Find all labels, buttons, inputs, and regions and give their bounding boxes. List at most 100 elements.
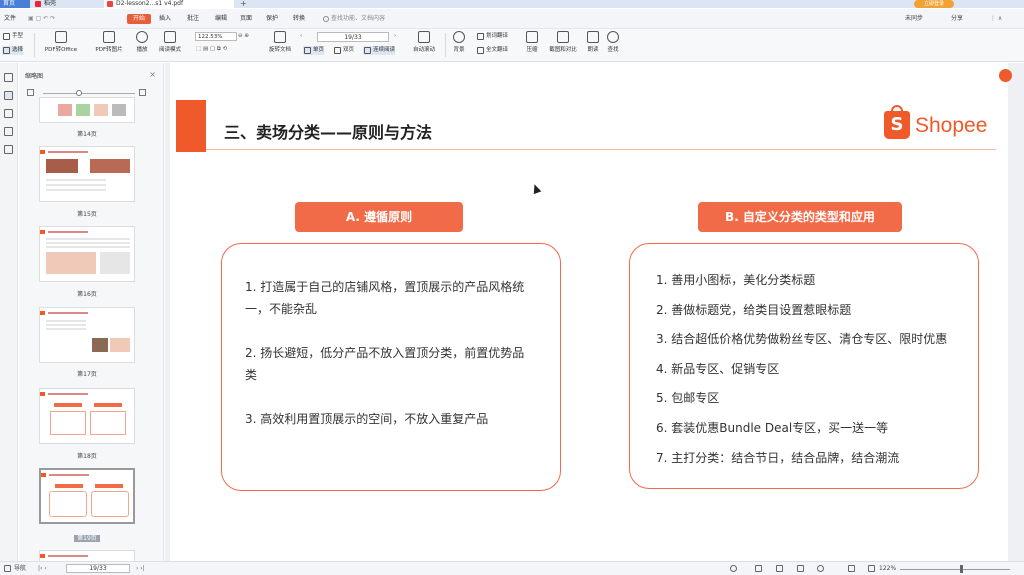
fit-width-icon[interactable] xyxy=(868,565,875,572)
thumb-shape xyxy=(94,104,108,116)
thumbnail-label: 第15页 xyxy=(77,211,97,218)
cursor-icon xyxy=(3,47,10,54)
fit-page-icon[interactable] xyxy=(848,565,855,572)
hand-tool[interactable]: 手型 xyxy=(2,32,23,41)
save-icon[interactable]: ▣ ▢ ↶ ↷ xyxy=(28,14,55,24)
thumb-panel xyxy=(49,491,87,517)
zoom-input[interactable]: 122.53% xyxy=(195,32,237,41)
share-button[interactable]: 分享 xyxy=(951,14,963,24)
play-view-icon[interactable] xyxy=(817,565,824,572)
tab-pdf-label: D2-lesson2...s1 v4.pdf xyxy=(116,0,184,7)
thumb-text xyxy=(46,189,106,191)
thumbnail-page-16[interactable] xyxy=(39,226,135,282)
rotate-button[interactable]: 旋转文档 xyxy=(266,31,294,53)
select-tool[interactable]: 选择 xyxy=(2,46,24,55)
thumbnail-icon[interactable] xyxy=(4,91,13,100)
menu-annotate[interactable]: 批注 xyxy=(187,14,199,24)
thumbnail-page-20[interactable] xyxy=(39,550,135,561)
prev-page-button[interactable]: ‹ xyxy=(300,32,302,41)
login-badge[interactable]: 立即登录 xyxy=(914,0,954,8)
screenshot-compare-button[interactable]: 截图和对比 xyxy=(546,31,580,53)
more-icon[interactable]: ⋮ ∧ xyxy=(990,14,1002,24)
read-aloud-label: 朗读 xyxy=(587,47,599,53)
auto-scroll-button[interactable]: 自动滚动 xyxy=(408,31,440,53)
thumb-zoom-in-icon[interactable] xyxy=(139,89,146,96)
menu-protect[interactable]: 保护 xyxy=(266,14,278,24)
assistant-badge-icon[interactable] xyxy=(999,69,1012,82)
unsync-button[interactable]: 未同步 xyxy=(905,14,923,24)
menu-convert[interactable]: 转换 xyxy=(293,14,305,24)
stamp-icon[interactable] xyxy=(4,145,13,154)
compress-label: 压缩 xyxy=(526,47,538,53)
new-tab-button[interactable]: + xyxy=(238,0,252,8)
thumb-shape xyxy=(58,104,72,116)
attachment-icon[interactable] xyxy=(4,127,13,136)
double-page-button[interactable]: 双页 xyxy=(333,46,354,55)
outline-icon[interactable] xyxy=(4,565,11,572)
zoom-slider[interactable] xyxy=(900,569,1010,570)
menu-insert[interactable]: 插入 xyxy=(159,14,171,24)
background-button[interactable]: 背景 xyxy=(450,31,468,53)
page-number-input[interactable]: 19/33 xyxy=(317,32,389,42)
list-item: 7. 主打分类：结合节日，结合品牌，结合潮流 xyxy=(656,451,900,465)
single-page-button[interactable]: 单页 xyxy=(303,46,325,55)
full-translate-button[interactable]: 全文翻译 xyxy=(476,46,508,55)
first-prev-page-buttons[interactable]: |‹ ‹ xyxy=(38,564,47,573)
thumbnail-page-15[interactable] xyxy=(39,146,135,202)
pdf-to-image-button[interactable]: PDF转图片 xyxy=(90,31,128,53)
screenshot-label: 截图和对比 xyxy=(549,47,577,53)
menu-start[interactable]: 开始 xyxy=(127,14,152,24)
menu-page[interactable]: 页面 xyxy=(240,14,252,24)
thumb-pill xyxy=(95,484,123,488)
next-last-page-buttons[interactable]: › ›| xyxy=(136,564,145,573)
full-translate-icon xyxy=(477,47,484,54)
read-mode-button[interactable]: 阅读模式 xyxy=(156,31,184,53)
full-translate-label: 全文翻译 xyxy=(486,47,509,53)
continuous-icon xyxy=(364,47,371,54)
list-item: 4. 新品专区、促销专区 xyxy=(656,362,780,376)
thumbnail-page-14[interactable] xyxy=(39,97,135,123)
continuous-view-icon[interactable] xyxy=(797,565,804,572)
menu-edit[interactable]: 编辑 xyxy=(215,14,227,24)
next-page-button[interactable]: › xyxy=(394,32,396,41)
thumbnail-label: 第17页 xyxy=(77,371,97,378)
find-button[interactable]: 查找 xyxy=(605,31,621,53)
double-page-icon xyxy=(334,47,341,54)
compress-button[interactable]: 压缩 xyxy=(524,31,540,53)
eye-mode-icon[interactable] xyxy=(730,565,737,572)
select-label: 选择 xyxy=(12,47,24,53)
play-button[interactable]: 播放 xyxy=(133,31,151,53)
tab-pdf-document[interactable]: D2-lesson2...s1 v4.pdf xyxy=(104,0,234,8)
thumb-text xyxy=(46,328,86,330)
slider-knob[interactable] xyxy=(76,90,82,96)
single-page-view-icon[interactable] xyxy=(755,565,762,572)
outline-label[interactable]: 导航 xyxy=(14,564,26,573)
thumb-text xyxy=(46,242,130,244)
speaker-icon xyxy=(587,31,599,43)
thumbnail-page-18[interactable] xyxy=(39,388,135,444)
bookmark-icon[interactable] xyxy=(4,73,13,82)
menu-file[interactable]: 文件 xyxy=(4,14,16,24)
close-icon[interactable]: × xyxy=(149,70,156,79)
document-viewport[interactable]: 三、卖场分类——原则与方法 S Shopee A. 遵循原则 B. 自定义分类的… xyxy=(165,63,1024,561)
continuous-read-button[interactable]: 连续阅读 xyxy=(363,46,396,55)
thumb-zoom-out-icon[interactable] xyxy=(27,89,34,96)
double-page-view-icon[interactable] xyxy=(776,565,783,572)
status-bar: 导航 |‹ ‹ 19/33 › ›| 122% xyxy=(0,561,1024,575)
comment-icon[interactable] xyxy=(4,109,13,118)
read-aloud-button[interactable]: 朗读 xyxy=(585,31,601,53)
view-icons[interactable]: ⬚ ▤ ▢ ⧉ ⟲ xyxy=(196,45,227,54)
tab-home[interactable]: 首页 xyxy=(0,0,30,8)
zoom-buttons[interactable]: ⊖ ⊕ xyxy=(238,32,249,41)
zoom-slider-knob[interactable] xyxy=(960,565,963,573)
hand-label: 手型 xyxy=(12,33,24,39)
pdf-to-office-button[interactable]: PDF转Office xyxy=(40,31,82,53)
thumbnail-page-17[interactable] xyxy=(39,307,135,363)
search-input[interactable]: 查找功能、文档内容 xyxy=(322,14,412,24)
status-page-input[interactable]: 19/33 xyxy=(66,564,130,573)
thumbnail-size-slider[interactable] xyxy=(43,90,135,96)
word-translate-button[interactable]: 划词翻译 xyxy=(476,32,508,41)
thumbnail-label: 第16页 xyxy=(77,291,97,298)
tab-wps[interactable]: 稻壳 xyxy=(32,0,102,8)
thumbnail-page-19[interactable] xyxy=(39,468,135,524)
